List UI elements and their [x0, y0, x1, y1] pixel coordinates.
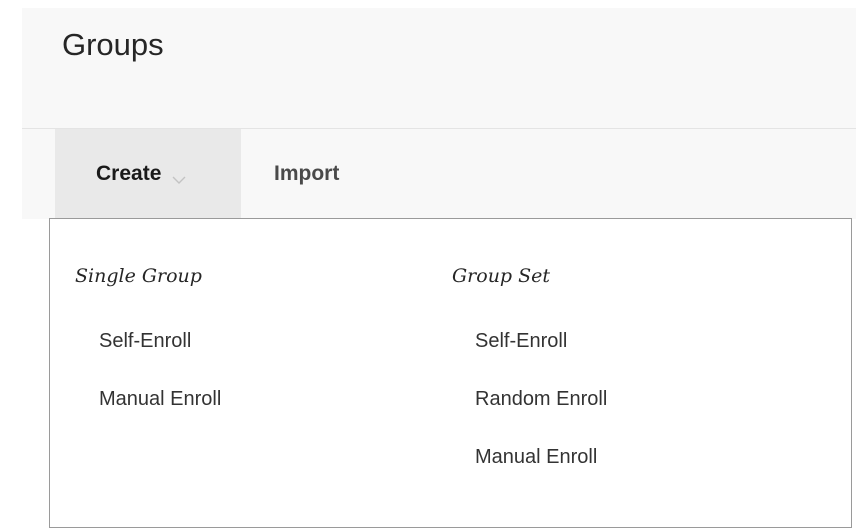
group-set-list: Self-Enroll Random Enroll Manual Enroll — [475, 326, 607, 500]
single-group-self-enroll[interactable]: Self-Enroll — [99, 326, 221, 384]
action-bar: Create Import — [22, 129, 856, 219]
create-menu-button[interactable]: Create — [55, 129, 241, 219]
create-button-label: Create — [96, 162, 162, 185]
single-group-heading: Single Group — [75, 265, 202, 287]
single-group-list: Self-Enroll Manual Enroll — [99, 326, 221, 442]
group-set-heading: Group Set — [452, 265, 551, 287]
create-dropdown-menu: Single Group Self-Enroll Manual Enroll G… — [49, 218, 852, 528]
group-set-self-enroll[interactable]: Self-Enroll — [475, 326, 607, 384]
single-group-manual-enroll[interactable]: Manual Enroll — [99, 384, 221, 442]
import-button-label: Import — [274, 162, 340, 185]
import-button[interactable]: Import — [274, 129, 339, 219]
group-set-manual-enroll[interactable]: Manual Enroll — [475, 442, 607, 500]
page-title: Groups — [62, 27, 164, 62]
group-set-random-enroll[interactable]: Random Enroll — [475, 384, 607, 442]
chevron-down-icon — [171, 168, 187, 184]
